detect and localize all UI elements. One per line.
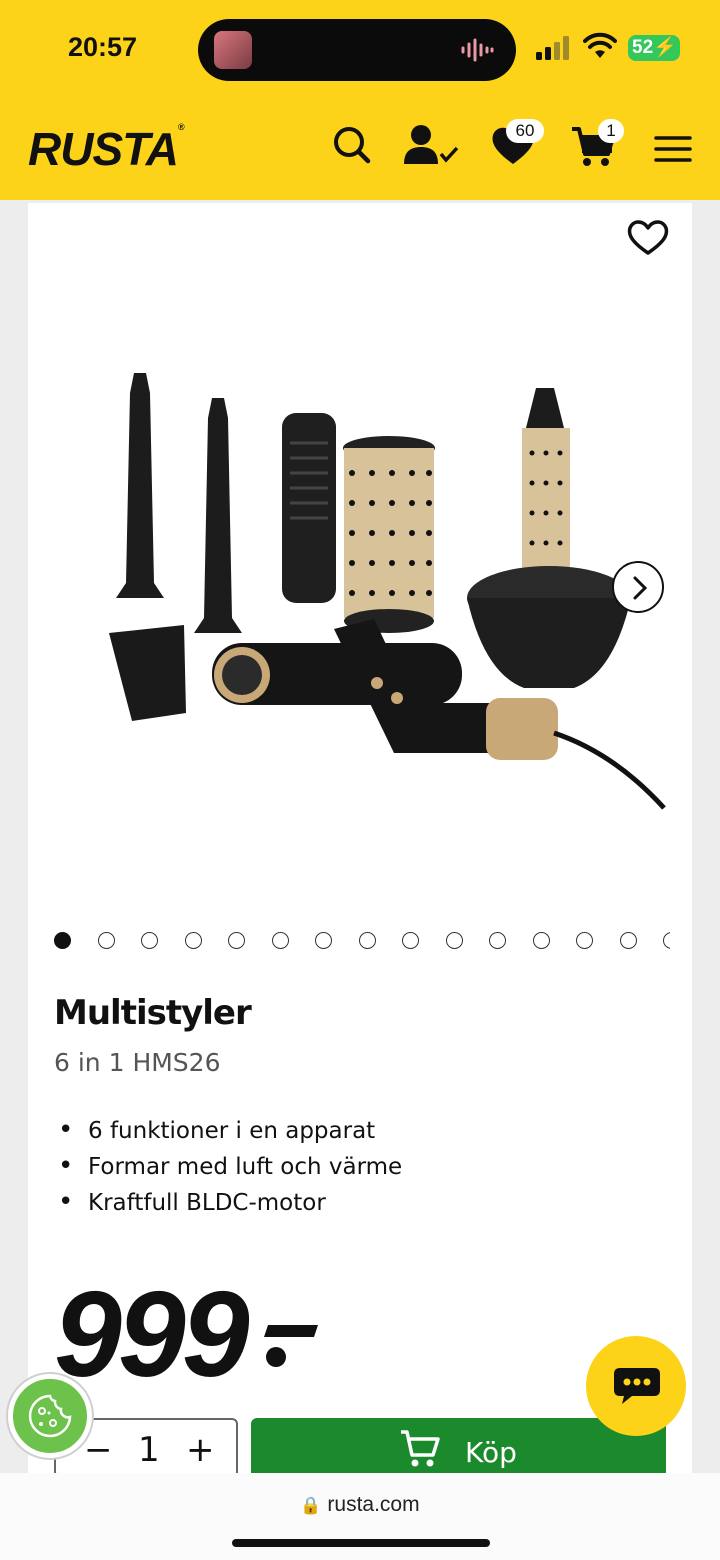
- gallery-dot[interactable]: [402, 932, 419, 949]
- charging-icon: ⚡: [653, 37, 677, 58]
- status-time: 20:57: [68, 32, 138, 62]
- gallery-dot[interactable]: [358, 932, 376, 949]
- decrease-quantity-button[interactable]: −: [84, 1430, 113, 1470]
- product-subtitle: 6 in 1 HMS26: [54, 1048, 221, 1077]
- chevron-right-icon: [633, 576, 648, 600]
- wifi-icon: [583, 32, 617, 58]
- gallery-dot[interactable]: [271, 932, 289, 949]
- buy-button[interactable]: Köp: [251, 1418, 666, 1478]
- menu-icon[interactable]: [654, 128, 692, 170]
- product-price: 999: [54, 1266, 250, 1402]
- account-icon[interactable]: [403, 124, 461, 168]
- favorite-heart-icon[interactable]: [626, 217, 670, 257]
- product-card: Multistyler 6 in 1 HMS26 6 funktioner i …: [28, 203, 692, 1478]
- gallery-dot[interactable]: [663, 932, 670, 949]
- rusta-logo[interactable]: RUSTA®: [28, 122, 185, 176]
- lock-icon: 🔒: [300, 1496, 322, 1515]
- cart-icon: [401, 1430, 440, 1467]
- logo-text: RUSTA: [28, 123, 179, 175]
- cart-count-badge: 1: [598, 119, 624, 143]
- gallery-dot[interactable]: [445, 932, 463, 949]
- home-indicator[interactable]: [232, 1539, 490, 1547]
- cookie-icon: [28, 1394, 72, 1438]
- gallery-dot[interactable]: [228, 932, 245, 949]
- quantity-value[interactable]: 1: [138, 1430, 160, 1470]
- battery-level: 52: [632, 37, 654, 58]
- chat-bubble-icon: [614, 1368, 660, 1404]
- product-image[interactable]: [54, 353, 666, 813]
- feature-item: Formar med luft och värme: [58, 1149, 402, 1185]
- increase-quantity-button[interactable]: +: [186, 1430, 215, 1470]
- gallery-dot[interactable]: [576, 932, 593, 949]
- now-playing-thumbnail: [214, 31, 252, 69]
- gallery-dot[interactable]: [54, 932, 71, 949]
- feature-item: 6 funktioner i en apparat: [58, 1113, 402, 1149]
- gallery-dot[interactable]: [489, 932, 506, 949]
- registered-mark: ®: [178, 122, 185, 132]
- battery-indicator: 52⚡: [628, 35, 680, 61]
- gallery-dot[interactable]: [619, 932, 637, 949]
- wishlist-count-badge: 60: [506, 119, 544, 143]
- top-bar: 20:57 52⚡ RUSTA® 60 1: [0, 0, 720, 200]
- gallery-dot[interactable]: [315, 932, 332, 949]
- address-bar[interactable]: 🔒 rusta.com: [0, 1493, 720, 1517]
- product-title: Multistyler: [54, 993, 252, 1033]
- gallery-pagination[interactable]: [54, 930, 670, 950]
- cellular-signal-icon: [536, 36, 569, 60]
- cookie-settings-button[interactable]: [8, 1374, 92, 1458]
- gallery-dot[interactable]: [97, 932, 115, 949]
- browser-bottom-bar: 🔒 rusta.com: [0, 1473, 720, 1560]
- gallery-next-button[interactable]: [612, 561, 664, 613]
- url-text: rusta.com: [327, 1493, 420, 1516]
- feature-item: Kraftfull BLDC-motor: [58, 1185, 402, 1221]
- dynamic-island[interactable]: [198, 19, 516, 81]
- chat-button[interactable]: [586, 1336, 686, 1436]
- buy-button-label: Köp: [465, 1436, 517, 1469]
- search-icon[interactable]: [332, 124, 372, 166]
- gallery-dot[interactable]: [141, 932, 158, 949]
- price-dash-suffix: [264, 1325, 318, 1367]
- gallery-dot[interactable]: [532, 932, 550, 949]
- feature-list: 6 funktioner i en apparat Formar med luf…: [58, 1113, 402, 1221]
- gallery-dot[interactable]: [184, 932, 202, 949]
- audio-wave-icon: [461, 38, 494, 62]
